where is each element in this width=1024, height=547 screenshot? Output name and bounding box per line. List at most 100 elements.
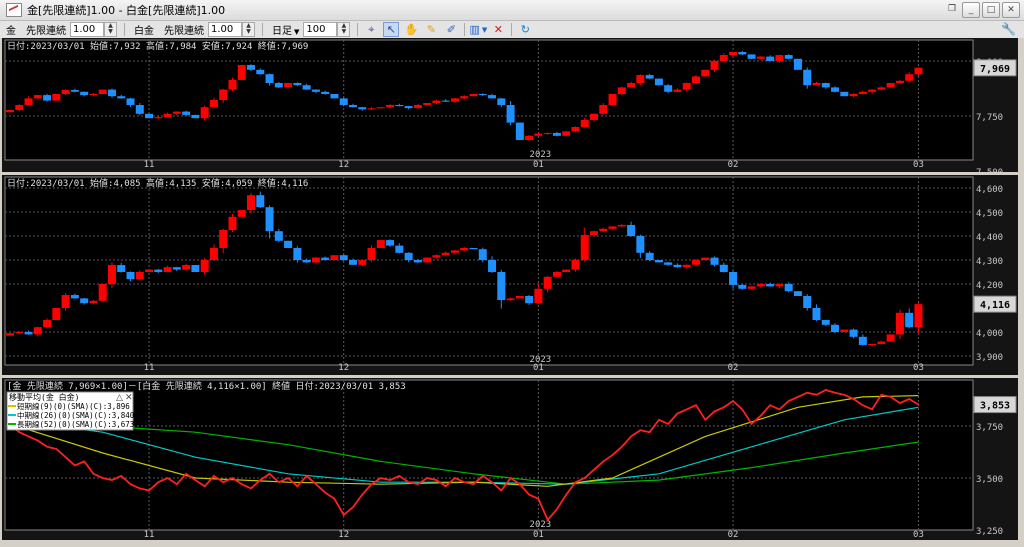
candle-down[interactable]	[673, 264, 682, 268]
draw-line-icon[interactable]: ✐	[443, 22, 459, 37]
candle-up[interactable]	[163, 267, 172, 272]
candle-down[interactable]	[70, 295, 79, 299]
candle-up[interactable]	[228, 216, 237, 230]
candle-up[interactable]	[886, 83, 895, 88]
candle-down[interactable]	[274, 83, 283, 88]
candle-down[interactable]	[284, 240, 293, 248]
candle-up[interactable]	[525, 135, 534, 140]
candle-up[interactable]	[284, 83, 293, 88]
candle-up[interactable]	[209, 99, 218, 108]
candle-down[interactable]	[497, 272, 506, 301]
gold-price-panel[interactable]: 8,0007,7507,50011120102032023日付:2023/03/…	[2, 38, 1018, 178]
candle-down[interactable]	[831, 324, 840, 332]
candle-up[interactable]	[729, 51, 738, 56]
candle-up[interactable]	[52, 308, 61, 320]
candle-up[interactable]	[710, 61, 719, 70]
candle-down[interactable]	[654, 78, 663, 86]
candle-up[interactable]	[89, 300, 98, 304]
candle-up[interactable]	[237, 210, 246, 217]
minimize-button[interactable]: _	[962, 2, 980, 18]
candle-up[interactable]	[172, 111, 181, 114]
candle-up[interactable]	[98, 284, 107, 301]
candle-up[interactable]	[209, 248, 218, 260]
candle-up[interactable]	[460, 248, 469, 251]
candle-up[interactable]	[135, 272, 144, 280]
candle-up[interactable]	[858, 91, 867, 94]
candle-up[interactable]	[33, 95, 42, 99]
candle-up[interactable]	[33, 327, 42, 335]
candle-up[interactable]	[868, 89, 877, 92]
candle-down[interactable]	[191, 265, 200, 272]
candle-up[interactable]	[756, 284, 765, 287]
candle-up[interactable]	[590, 113, 599, 120]
candle-up[interactable]	[580, 235, 589, 260]
candle-down[interactable]	[172, 267, 181, 270]
stepper-arrows-icon[interactable]: ▲ ▼	[104, 22, 117, 37]
candle-down[interactable]	[488, 260, 497, 272]
refresh-icon[interactable]: ↻	[517, 22, 533, 37]
candle-up[interactable]	[98, 89, 107, 94]
candle-up[interactable]	[590, 231, 599, 236]
candle-up[interactable]	[163, 113, 172, 118]
candle-up[interactable]	[6, 333, 14, 336]
candle-up[interactable]	[691, 76, 700, 83]
candle-up[interactable]	[386, 105, 395, 108]
candle-up[interactable]	[571, 260, 580, 270]
candle-up[interactable]	[571, 127, 580, 132]
candle-down[interactable]	[126, 98, 135, 105]
candle-down[interactable]	[821, 320, 830, 325]
pencil-icon[interactable]: ✎	[423, 22, 439, 37]
candle-up[interactable]	[849, 94, 858, 97]
candle-up[interactable]	[376, 240, 385, 248]
candle-up[interactable]	[534, 288, 543, 304]
spread-panel[interactable]: 3,750 3,500 3,250 11 12 01 02 03 2023 [金 先限連続 7,9…	[2, 378, 1018, 540]
candle-down[interactable]	[478, 249, 487, 260]
candle-up[interactable]	[219, 230, 228, 248]
candle-down[interactable]	[627, 224, 636, 236]
candle-down[interactable]	[645, 252, 654, 260]
candle-down[interactable]	[107, 89, 116, 97]
candle-down[interactable]	[506, 105, 515, 123]
candle-up[interactable]	[107, 265, 116, 284]
candle-up[interactable]	[580, 119, 589, 127]
candle-up[interactable]	[775, 284, 784, 287]
candle-up[interactable]	[61, 295, 70, 308]
candle-down[interactable]	[339, 255, 348, 260]
candle-down[interactable]	[747, 54, 756, 59]
chart-area[interactable]: 8,0007,7507,50011120102032023日付:2023/03/…	[0, 0, 1024, 547]
candle-down[interactable]	[766, 284, 775, 287]
candle-up[interactable]	[469, 94, 478, 97]
candle-down[interactable]	[738, 51, 747, 55]
candle-up[interactable]	[154, 117, 163, 119]
candle-down[interactable]	[256, 195, 265, 208]
candle-up[interactable]	[6, 110, 14, 113]
candle-down[interactable]	[784, 284, 793, 292]
candle-down[interactable]	[858, 336, 867, 345]
candle-down[interactable]	[293, 83, 302, 86]
candle-down[interactable]	[256, 69, 265, 75]
candle-up[interactable]	[52, 94, 61, 101]
platinum-price-panel[interactable]: 4,600 4,500 4,400 4,300 4,200 4,000 3,900 11 12 0…	[2, 175, 1018, 375]
wrench-icon[interactable]: 🔧	[1001, 22, 1016, 36]
candle-down[interactable]	[803, 296, 812, 308]
candle-up[interactable]	[886, 334, 895, 342]
candle-up[interactable]	[914, 67, 923, 75]
candle-up[interactable]	[432, 100, 441, 104]
candle-down[interactable]	[525, 296, 534, 304]
candle-down[interactable]	[117, 265, 126, 272]
candle-down[interactable]	[265, 207, 274, 232]
candle-up[interactable]	[636, 75, 645, 83]
candle-up[interactable]	[450, 98, 459, 102]
candle-down[interactable]	[849, 329, 858, 337]
candle-down[interactable]	[664, 262, 673, 265]
candle-up[interactable]	[775, 55, 784, 61]
candle-down[interactable]	[441, 100, 450, 102]
candle-down[interactable]	[766, 56, 775, 61]
candle-up[interactable]	[89, 94, 98, 96]
candle-down[interactable]	[311, 89, 320, 92]
candle-down[interactable]	[784, 55, 793, 59]
stepper-arrows-icon[interactable]: ▲ ▼	[337, 22, 351, 37]
candle-down[interactable]	[552, 132, 561, 136]
period-dropdown[interactable]: 日足 ▼	[272, 22, 299, 37]
candle-down[interactable]	[358, 107, 367, 110]
